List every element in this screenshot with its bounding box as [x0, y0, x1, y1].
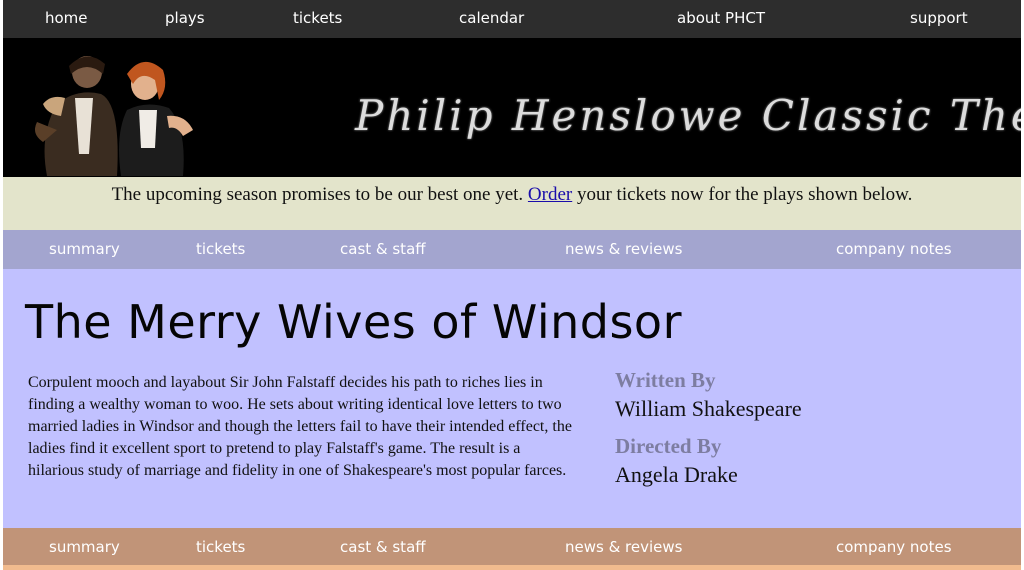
play-description: Corpulent mooch and layabout Sir John Fa… — [28, 374, 572, 479]
subnav-cast-staff[interactable]: cast & staff — [340, 240, 426, 258]
nav-home[interactable]: home — [45, 9, 88, 27]
announcement-before: The upcoming season promises to be our b… — [111, 184, 528, 205]
play-subnav-top: summary tickets cast & staff news & revi… — [3, 230, 1021, 269]
play-title: The Merry Wives of Windsor — [25, 295, 682, 349]
subnav-bottom-news-reviews[interactable]: news & reviews — [565, 538, 682, 556]
nav-tickets[interactable]: tickets — [293, 9, 342, 27]
play-subnav-bottom: summary tickets cast & staff news & revi… — [3, 528, 1021, 565]
nav-calendar[interactable]: calendar — [459, 9, 524, 27]
subnav-bottom-summary[interactable]: summary — [49, 538, 120, 556]
play-summary: The Merry Wives of Windsor Corpulent moo… — [3, 269, 1021, 528]
subnav-company-notes[interactable]: company notes — [836, 240, 952, 258]
subnav-bottom-tickets[interactable]: tickets — [196, 538, 245, 556]
order-link[interactable]: Order — [528, 184, 572, 205]
playwright-name: William Shakespeare — [615, 396, 802, 421]
subnav-news-reviews[interactable]: news & reviews — [565, 240, 682, 258]
banner: Philip Henslowe Classic Theatre — [3, 38, 1021, 177]
announcement-text: The upcoming season promises to be our b… — [3, 177, 1021, 206]
announcement-after: your tickets now for the plays shown bel… — [572, 184, 913, 205]
nav-plays[interactable]: plays — [165, 9, 205, 27]
written-by-label: Written By — [615, 368, 716, 392]
theatre-brand: Philip Henslowe Classic Theatre — [355, 91, 1021, 140]
announcement-bar: The upcoming season promises to be our b… — [3, 177, 1021, 230]
subnav-bottom-cast-staff[interactable]: cast & staff — [340, 538, 426, 556]
subnav-bottom-company-notes[interactable]: company notes — [836, 538, 952, 556]
director-name: Angela Drake — [615, 462, 738, 487]
page-frame: home plays tickets calendar about PHCT s… — [3, 0, 1021, 570]
nav-about[interactable]: about PHCT — [677, 9, 765, 27]
actors-photo — [35, 56, 193, 176]
subnav-tickets[interactable]: tickets — [196, 240, 245, 258]
subnav-summary[interactable]: summary — [49, 240, 120, 258]
accent-strip — [3, 565, 1021, 570]
top-nav: home plays tickets calendar about PHCT s… — [3, 0, 1021, 38]
nav-support[interactable]: support — [910, 9, 968, 27]
directed-by-label: Directed By — [615, 434, 722, 458]
